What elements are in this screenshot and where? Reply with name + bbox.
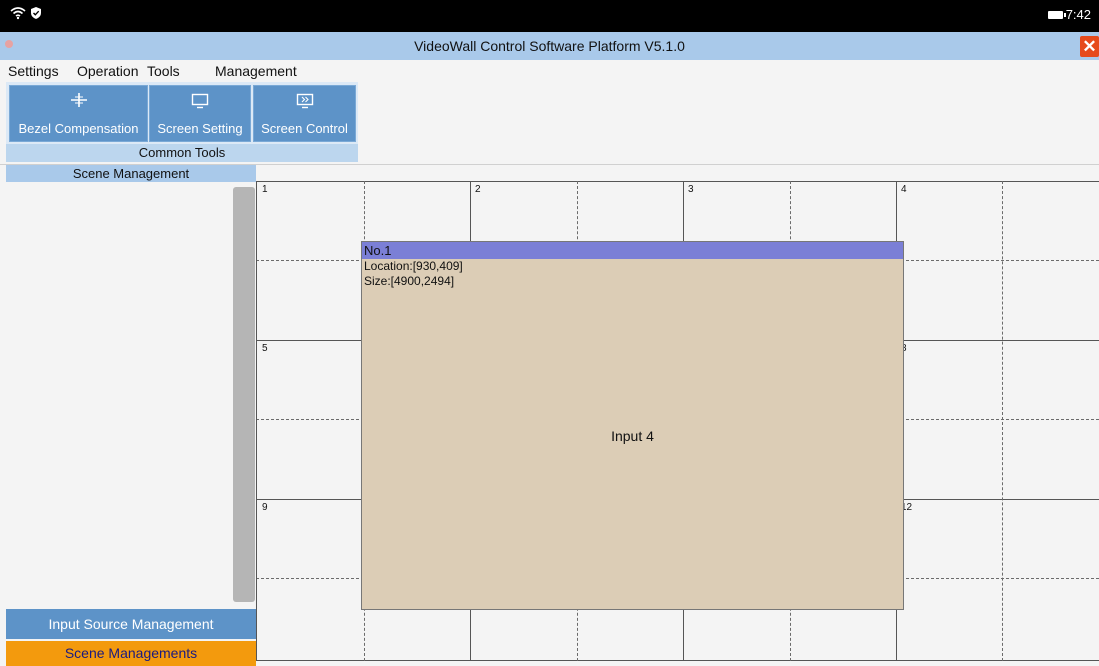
grid-line (1002, 181, 1003, 661)
bezel-compensation-button[interactable]: Bezel Compensation (9, 85, 148, 142)
window-source-label: Input 4 (611, 428, 654, 444)
screen-number: 1 (262, 184, 268, 195)
left-panel: Scene Management Input Source Management… (6, 165, 256, 666)
grid-line (256, 660, 1099, 661)
menu-settings[interactable]: Settings (8, 63, 59, 79)
clock: 7:42 (1065, 7, 1091, 22)
menu-management[interactable]: Management (215, 63, 297, 79)
menu-bar: Settings Operation Tools Management (0, 60, 1099, 81)
system-status-bar: 7:42 (0, 0, 1099, 32)
window-title-bar[interactable]: No.1 (362, 242, 903, 259)
grid-line (256, 181, 1099, 182)
scene-managements-tab[interactable]: Scene Managements (6, 641, 256, 666)
screen-control-label: Screen Control (261, 121, 348, 136)
window-location: Location:[930,409] (364, 259, 463, 273)
close-icon: ✕ (1082, 37, 1097, 56)
close-button[interactable]: ✕ (1080, 36, 1099, 57)
monitor-icon (150, 93, 250, 113)
ribbon-toolbar: Bezel Compensation Screen Setting Screen… (0, 80, 1099, 165)
screen-number: 9 (262, 502, 268, 513)
window-size: Size:[4900,2494] (364, 274, 455, 288)
screen-control-button[interactable]: Screen Control (253, 85, 356, 142)
screen-setting-label: Screen Setting (157, 121, 243, 136)
bezel-compensation-label: Bezel Compensation (18, 121, 139, 136)
scene-management-header: Scene Management (6, 165, 256, 182)
screen-number: 5 (262, 343, 268, 354)
battery-icon (1047, 10, 1066, 19)
title-bar: VideoWall Control Software Platform V5.1… (0, 32, 1099, 60)
screen-number: 2 (475, 184, 481, 195)
screen-number: 4 (901, 184, 907, 195)
grid-line (256, 181, 257, 661)
screen-number: 3 (688, 184, 694, 195)
scene-list-scrollbar[interactable] (233, 187, 255, 602)
bezel-icon (10, 93, 147, 111)
input-window[interactable]: No.1 Location:[930,409] Size:[4900,2494]… (361, 241, 904, 610)
input-source-management-tab[interactable]: Input Source Management (6, 609, 256, 639)
screen-control-icon (254, 93, 355, 113)
menu-operation[interactable]: Operation (77, 63, 138, 79)
app-title: VideoWall Control Software Platform V5.1… (414, 38, 685, 54)
menu-tools[interactable]: Tools (147, 63, 180, 81)
wifi-icon (10, 6, 26, 24)
screen-setting-button[interactable]: Screen Setting (149, 85, 251, 142)
shield-icon (30, 6, 42, 24)
group-caption: Common Tools (6, 144, 358, 162)
common-tools-group: Bezel Compensation Screen Setting Screen… (6, 82, 358, 162)
